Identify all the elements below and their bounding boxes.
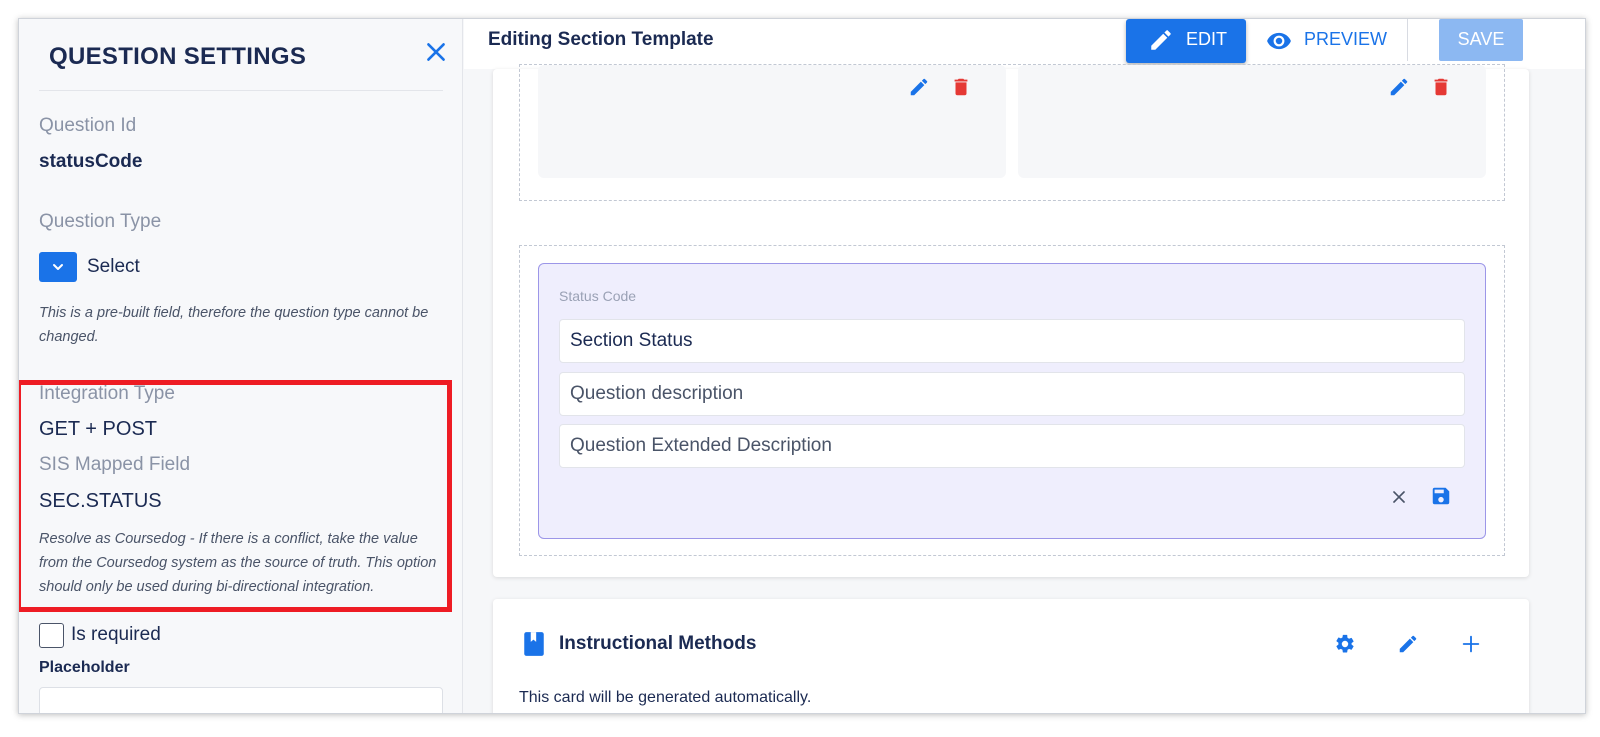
pencil-icon[interactable]	[1397, 633, 1419, 655]
edit-button-label: EDIT	[1186, 29, 1228, 49]
book-icon	[524, 632, 544, 656]
question-edit-card: Status Code Section Status Question desc…	[538, 263, 1486, 539]
plus-icon[interactable]	[1460, 633, 1482, 655]
integration-type-value: GET + POST	[39, 418, 157, 440]
save-icon[interactable]	[1430, 485, 1452, 507]
panel-title: QUESTION SETTINGS	[49, 43, 307, 70]
question-id-value: statusCode	[39, 151, 143, 172]
card-description: This card will be generated automaticall…	[519, 689, 812, 706]
gear-icon[interactable]	[1334, 633, 1356, 655]
question-extended-description-input[interactable]: Question Extended Description	[559, 424, 1465, 468]
question-name-input[interactable]: Section Status	[559, 319, 1465, 363]
question-settings-panel: QUESTION SETTINGS Question Id statusCode…	[19, 19, 463, 713]
preview-button-label: PREVIEW	[1304, 29, 1388, 49]
is-required-label: Is required	[71, 624, 161, 645]
pencil-icon[interactable]	[1388, 76, 1410, 98]
resolve-note: Resolve as Coursedog - If there is a con…	[39, 531, 437, 595]
question-dropzone: Status Code Section Status Question desc…	[519, 245, 1505, 556]
sis-mapped-field-label: SIS Mapped Field	[39, 454, 191, 475]
placeholder-label: Placeholder	[39, 659, 130, 676]
question-type-value: Select	[87, 256, 140, 277]
question-type-note: This is a pre-built field, therefore the…	[39, 305, 429, 345]
chevron-down-icon	[53, 264, 63, 270]
section-template-card: Status Code Section Status Question desc…	[493, 64, 1529, 577]
question-description-input[interactable]: Question description	[559, 372, 1465, 416]
select-type-chip	[39, 252, 77, 282]
trash-icon[interactable]	[1430, 76, 1452, 98]
is-required-checkbox[interactable]	[39, 623, 64, 648]
trash-icon[interactable]	[950, 76, 972, 98]
pencil-icon[interactable]	[908, 76, 930, 98]
instructional-methods-card: Instructional Methods This card will be …	[493, 599, 1529, 713]
pencil-icon	[1151, 30, 1171, 50]
app-frame: QUESTION SETTINGS Question Id statusCode…	[18, 18, 1586, 714]
question-id-label: Question Id	[39, 115, 137, 136]
placeholder-input[interactable]	[39, 687, 443, 713]
panel-header: QUESTION SETTINGS	[39, 19, 445, 91]
question-field-label: Status Code	[559, 288, 637, 304]
close-icon[interactable]	[1389, 487, 1409, 507]
save-button[interactable]: SAVE	[1439, 19, 1523, 61]
question-card-left	[538, 65, 1006, 178]
card-title: Instructional Methods	[559, 633, 757, 654]
preview-button[interactable]: PREVIEW	[1264, 23, 1394, 59]
question-type-label: Question Type	[39, 211, 162, 232]
integration-type-label: Integration Type	[39, 383, 175, 404]
close-icon[interactable]	[423, 39, 449, 65]
question-card-right	[1018, 65, 1486, 178]
eye-icon	[1267, 32, 1291, 50]
question-row-dropzone	[519, 64, 1505, 201]
edit-button[interactable]: EDIT	[1126, 19, 1246, 63]
editor-topbar: Editing Section Template EDIT PREVIEW SA…	[464, 19, 1585, 69]
toolbar-divider	[1407, 19, 1408, 61]
page-title: Editing Section Template	[488, 29, 714, 50]
sis-mapped-field-value: SEC.STATUS	[39, 490, 162, 512]
